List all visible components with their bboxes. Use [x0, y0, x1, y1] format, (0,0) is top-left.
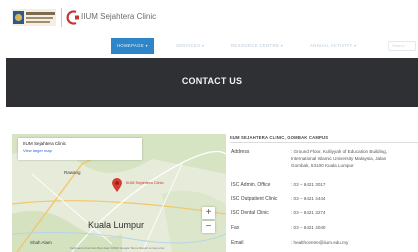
nav-item-homepage[interactable]: Homepage ▾	[111, 38, 155, 54]
zoom-in-button[interactable]: +	[202, 207, 215, 219]
main-nav: Homepage ▾ Services ▾ Resource Centre ▾ …	[0, 38, 418, 54]
nav-item-resource-centre[interactable]: Resource Centre ▾	[231, 40, 283, 51]
map-marker-label: IIUM Sejahtera Clinic	[126, 180, 164, 185]
clinic-logo-icon[interactable]	[66, 10, 79, 25]
dental-value: : 03 – 6421 3274	[291, 210, 326, 215]
nav-item-label: Resource Centre	[231, 43, 280, 48]
clinic-name[interactable]: IIUM Sejahtera Clinic	[81, 12, 156, 21]
search-input[interactable]: Search	[388, 41, 416, 51]
outpatient-label: ISC Outpatient Clinic	[231, 196, 278, 202]
iium-logo[interactable]	[12, 9, 56, 26]
map-place-kuala-lumpur: Kuala Lumpur	[88, 220, 145, 230]
embedded-map[interactable]: IIUM Sejahtera Clinic View larger map	[12, 134, 226, 252]
map-place-shah-alam: Shah Alam	[30, 240, 52, 245]
nav-item-label: Services	[176, 43, 201, 48]
fax-label: Fax	[231, 225, 240, 231]
nav-item-annual-activity[interactable]: Annual Activity ▾	[310, 40, 357, 51]
address-label: Address	[231, 149, 250, 155]
email-link[interactable]: : healthcentre@iium.edu.my	[291, 239, 348, 246]
map-pin-icon[interactable]	[112, 178, 122, 192]
map-attribution: Keyboard shortcuts Map data ©2023 Google…	[70, 246, 165, 250]
map-card-title: IIUM Sejahtera Clinic	[23, 141, 67, 146]
nav-item-services[interactable]: Services ▾	[176, 40, 204, 51]
nav-item-label: Annual Activity	[310, 43, 353, 48]
page-title: CONTACT US	[181, 76, 243, 86]
page-banner: CONTACT US	[6, 58, 418, 107]
zoom-out-button[interactable]: −	[202, 221, 215, 233]
outpatient-value: : 03 – 6421 4444	[291, 196, 326, 201]
site-header: IIUM Sejahtera Clinic	[0, 0, 418, 34]
admin-office-value: : 03 – 6421 3017	[291, 182, 326, 187]
logo-divider	[61, 8, 62, 27]
contact-heading: IIUM SEJAHTERA CLINIC, GOMBAK CAMPUS	[230, 135, 329, 140]
nav-item-label: Homepage	[117, 43, 145, 48]
admin-office-label: ISC Admin. Office	[231, 182, 271, 188]
view-larger-map-link[interactable]: View larger map	[23, 148, 137, 153]
heading-divider	[230, 142, 418, 143]
map-info-card: IIUM Sejahtera Clinic View larger map	[18, 138, 142, 160]
email-label: Email	[231, 240, 244, 246]
fax-value: : 03 – 6421 4040	[291, 225, 326, 230]
map-place-rawang: Rawang	[64, 170, 81, 175]
address-value: : Ground Floor, Kulliyyah of Education B…	[291, 149, 388, 168]
dental-label: ISC Dental Clinic	[231, 210, 269, 216]
